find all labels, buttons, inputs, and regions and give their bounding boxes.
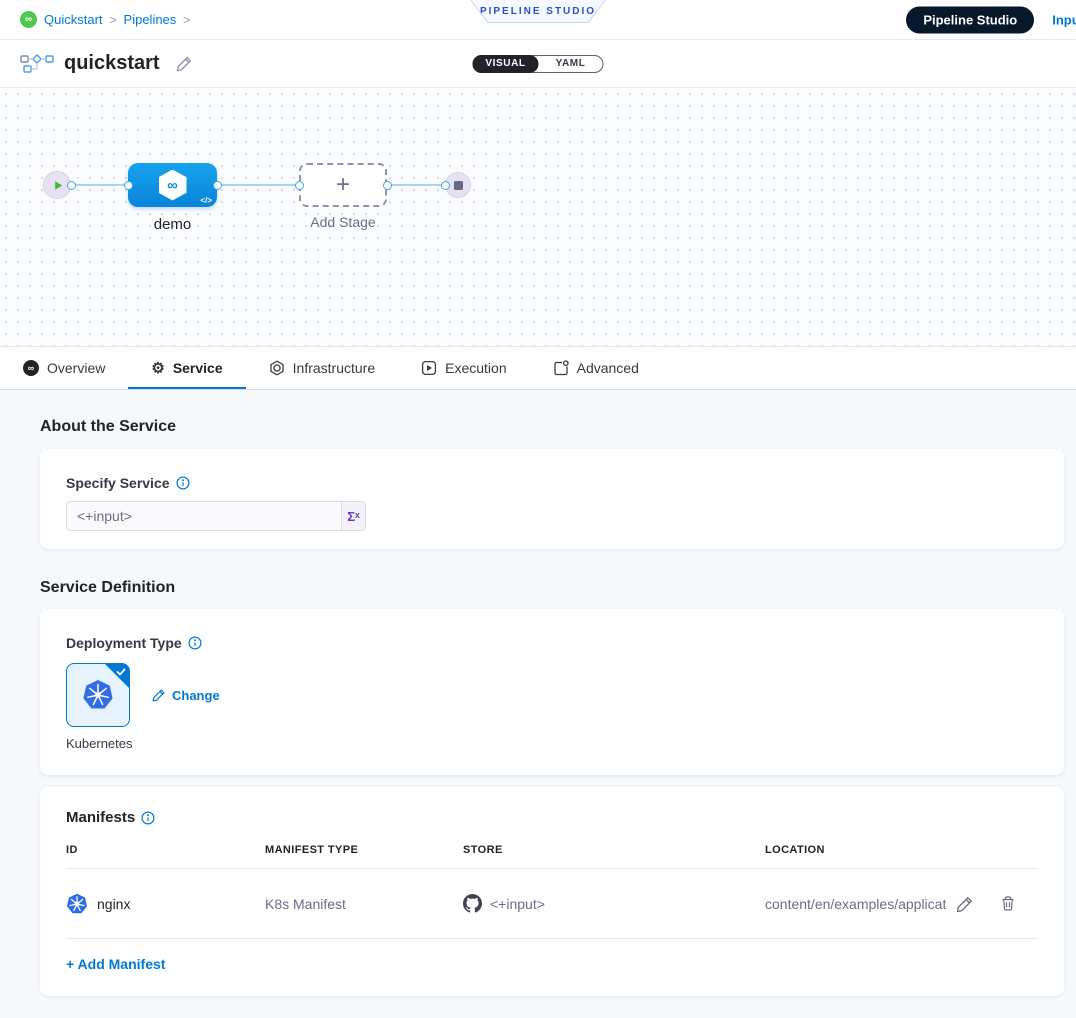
toggle-visual[interactable]: VISUAL [473,55,539,73]
plus-icon: + [336,171,350,199]
manifest-id: nginx [97,896,130,912]
top-header: ∞ Quickstart > Pipelines > PIPELINE STUD… [0,0,1076,40]
edge-line [71,184,128,186]
service-definition-heading: Service Definition [40,579,1064,597]
kubernetes-icon [66,893,88,915]
github-icon [463,894,482,913]
pipeline-name: quickstart [64,52,160,75]
edge-line [217,184,299,186]
input-link[interactable]: Input [1052,12,1076,27]
column-header-id: ID [66,844,265,856]
specify-service-label: Specify Service [66,475,170,491]
pipeline-studio-button[interactable]: Pipeline Studio [906,6,1034,33]
manifests-card: Manifests ID MANIFEST TYPE STORE LOCATIO… [40,787,1064,996]
tab-execution[interactable]: Execution [398,347,529,389]
deployment-type-card: Deployment Type [40,609,1064,775]
edge-connector-dot [383,181,392,190]
specify-service-card: Specify Service Σˣ [40,449,1064,549]
edit-manifest-icon[interactable] [956,895,974,913]
add-stage-label: Add Stage [287,214,399,230]
pipeline-studio-badge-label: PIPELINE STUDIO [471,0,605,22]
gear-icon: ⚙ [151,361,164,376]
change-link-label: Change [172,688,220,703]
tab-label: Service [173,360,223,376]
harness-cd-icon: ∞ [159,170,187,201]
tab-infrastructure[interactable]: Infrastructure [246,347,398,389]
edge-line [387,184,445,186]
stage-label: demo [128,216,217,233]
info-icon[interactable] [141,811,155,825]
toggle-yaml[interactable]: YAML [539,56,603,72]
deployment-type-label: Deployment Type [66,635,182,651]
delete-manifest-icon[interactable] [1000,895,1016,912]
pipeline-icon [20,54,54,74]
column-header-manifest-type: MANIFEST TYPE [265,844,463,856]
edge-connector-dot [67,181,76,190]
breadcrumb-pipelines[interactable]: Pipelines [124,12,177,27]
manifest-store: <+input> [490,896,545,912]
tab-label: Advanced [577,360,639,376]
edit-pipeline-name-icon[interactable] [176,55,193,72]
manifest-row[interactable]: nginx K8s Manifest <+input> content/en/e… [66,869,1038,939]
stage-code-icon: </> [200,196,212,205]
stage-node-demo[interactable]: ∞ </> [128,163,217,207]
manifest-type: K8s Manifest [265,896,463,912]
visual-yaml-toggle: VISUAL YAML [473,55,604,73]
column-header-location: LOCATION [765,844,1038,856]
tab-label: Execution [445,360,506,376]
template-icon [553,360,569,376]
tab-advanced[interactable]: Advanced [530,347,662,389]
play-square-icon [421,360,437,376]
pipeline-studio-page: ∞ Quickstart > Pipelines > PIPELINE STUD… [0,0,1076,1018]
manifest-location: content/en/examples/applicat [765,896,946,912]
tab-service[interactable]: ⚙ Service [128,347,245,389]
edge-connector-dot [124,181,133,190]
kubernetes-caption: Kubernetes [66,736,1038,751]
manifests-heading-label: Manifests [66,809,135,826]
stop-icon [454,181,463,190]
add-manifest-button[interactable]: + Add Manifest [66,956,165,972]
stage-tabbar: ∞ Overview ⚙ Service Infrastructure Exec… [0,347,1076,390]
about-service-heading: About the Service [40,418,1064,436]
tab-label: Infrastructure [293,360,375,376]
change-deployment-type-link[interactable]: Change [152,688,220,703]
expression-button[interactable]: Σˣ [341,501,366,531]
column-header-store: STORE [463,844,765,856]
info-icon[interactable] [176,476,190,490]
header-actions: Pipeline Studio Input [906,6,1076,33]
edge-connector-dot [295,181,304,190]
manifests-table-header: ID MANIFEST TYPE STORE LOCATION [66,844,1038,869]
pipeline-canvas[interactable]: ∞ </> demo + Add Stage [0,88,1076,347]
edge-connector-dot [441,181,450,190]
breadcrumb: ∞ Quickstart > Pipelines > [20,11,190,28]
overview-icon: ∞ [23,360,39,376]
breadcrumb-separator: > [183,13,190,27]
info-icon[interactable] [188,636,202,650]
pipeline-studio-badge: PIPELINE STUDIO [470,0,606,23]
pipeline-titlebar: quickstart VISUAL YAML [0,40,1076,88]
infrastructure-icon [269,360,285,376]
tab-label: Overview [47,360,105,376]
kubernetes-tile[interactable] [66,663,130,727]
edge-connector-dot [213,181,222,190]
project-icon: ∞ [20,11,37,28]
check-icon [116,667,126,677]
breadcrumb-quickstart[interactable]: Quickstart [44,12,103,27]
tab-overview[interactable]: ∞ Overview [0,347,128,389]
service-input[interactable] [66,501,341,531]
service-tab-content: About the Service Specify Service Σˣ Ser… [0,390,1076,1018]
breadcrumb-separator: > [110,13,117,27]
add-stage-button[interactable]: + [299,163,387,207]
manifests-table: ID MANIFEST TYPE STORE LOCATION [66,844,1038,939]
